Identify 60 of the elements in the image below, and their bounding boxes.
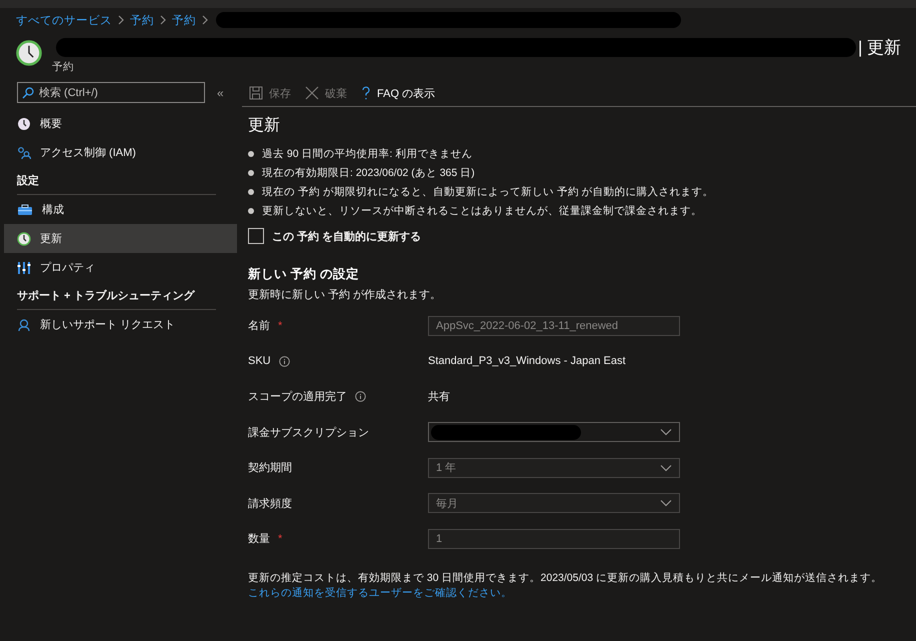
page-subtitle: 予約	[52, 60, 75, 74]
page-title: | 更新	[858, 37, 902, 59]
field-label: スコープの適用完了	[248, 390, 347, 404]
support-person-icon	[17, 318, 31, 332]
nav-item[interactable]: 更新	[4, 224, 237, 253]
field-label: SKU	[248, 355, 271, 368]
info-line: 更新しないと、リソースが中断されることはありませんが、従量課金制で課金されます。	[262, 204, 702, 218]
info-line: 過去 90 日間の平均使用率: 利用できません	[262, 146, 472, 160]
caret-icon	[660, 428, 672, 436]
dropdown[interactable]	[428, 422, 680, 442]
bullet-icon	[248, 150, 254, 156]
chevron-icon	[159, 15, 167, 25]
briefcase-icon	[17, 204, 33, 216]
people-icon	[17, 146, 31, 160]
nav-item[interactable]: 構成	[4, 195, 237, 224]
collapse-button[interactable]: «	[217, 86, 224, 100]
caret-icon	[660, 464, 672, 472]
nav-item[interactable]: プロパティ	[4, 253, 237, 282]
field-label: 名前	[248, 319, 270, 334]
bullet-icon	[248, 170, 254, 176]
caret-icon	[660, 499, 672, 508]
bullet-icon	[248, 188, 254, 194]
search-field[interactable]: 検索 (Ctrl+/)	[17, 82, 205, 103]
breadcrumb-link[interactable]: 予約	[172, 12, 196, 28]
field-label: 契約期間	[248, 461, 292, 476]
close-icon	[305, 86, 319, 100]
bullet-icon	[248, 208, 254, 214]
chevron-icon	[201, 15, 209, 25]
required-mark: *	[278, 532, 282, 545]
info-line: 現在の有効期限日: 2023/06/02 (あと 365 日)	[262, 166, 475, 180]
search-icon	[22, 87, 34, 99]
section-heading: 設定	[17, 167, 216, 195]
question-icon	[361, 86, 371, 100]
cost-note: 更新の推定コストは、有効期限まで 30 日間使用できます。2023/05/03 に更新の購入見積もりと共にメール通知が送信されます。 これらの通知を受信するユーザーをご確認ください。	[248, 570, 883, 600]
toolbar-button[interactable]: FAQ の表示	[361, 86, 436, 100]
save-icon	[249, 86, 263, 100]
field-value: Standard_P3_v3_Windows - Japan East	[428, 355, 627, 368]
field-label: 課金サブスクリプション	[248, 426, 369, 440]
breadcrumb-link[interactable]: 予約	[130, 12, 154, 28]
field-label: 数量	[248, 532, 270, 546]
nav-item[interactable]: アクセス制御 (IAM)	[4, 138, 237, 167]
chevron-icon	[117, 15, 125, 25]
section-heading: サポート + トラブルシューティング	[17, 282, 216, 310]
notification-link[interactable]: これらの通知を受信するユーザーをご確認ください。	[248, 586, 512, 598]
clock-icon	[17, 116, 31, 130]
breadcrumb-link[interactable]: すべてのサービス	[16, 12, 112, 28]
section-title: 更新	[248, 116, 281, 136]
clock-icon	[16, 40, 42, 66]
field-label: 請求頻度	[248, 496, 292, 511]
nav-item[interactable]: 概要	[4, 109, 237, 138]
clock-icon	[17, 232, 31, 246]
checkbox-label[interactable]: この 予約 を自動的に更新する	[272, 228, 422, 244]
sliders-icon	[17, 260, 31, 274]
required-mark: *	[278, 320, 282, 332]
settings-description: 更新時に新しい 予約 が作成されます。	[248, 288, 442, 302]
checkbox[interactable]	[248, 228, 264, 244]
nav-item[interactable]: 新しいサポート リクエスト	[4, 310, 237, 339]
field-value: 共有	[428, 390, 451, 404]
info-line: 現在の 予約 が期限切れになると、自動更新によって新しい 予約 が自動的に購入されます。	[262, 184, 714, 198]
settings-title: 新しい 予約 の設定	[248, 266, 360, 283]
